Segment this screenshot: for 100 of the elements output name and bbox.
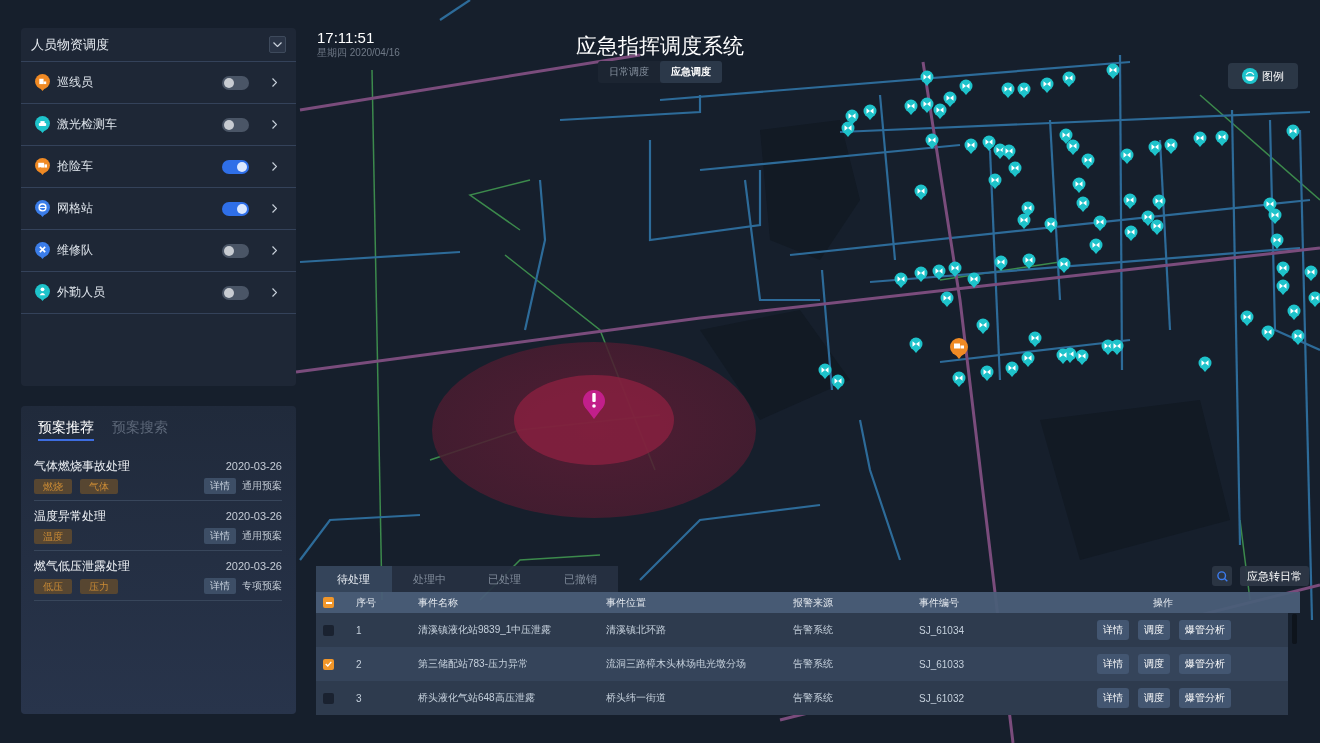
map-pin-icon — [1276, 279, 1290, 295]
map-pin-icon — [925, 133, 939, 149]
map-pin-icon — [909, 337, 923, 353]
map-pin-icon — [1044, 217, 1058, 233]
action-button[interactable]: 详情 — [1097, 654, 1129, 674]
legend-button[interactable]: 图例 — [1228, 63, 1298, 89]
dropdown-button[interactable] — [269, 36, 286, 53]
toggle-switch[interactable] — [222, 243, 249, 258]
table-cell-text: 1 — [356, 624, 363, 636]
detail-button[interactable]: 详情 — [204, 528, 236, 544]
map-pin-icon — [1059, 128, 1073, 144]
action-button[interactable]: 爆管分析 — [1179, 688, 1231, 708]
select-all-checkbox[interactable] — [323, 597, 334, 608]
chevron-right-icon[interactable] — [272, 288, 277, 297]
map-pin-icon — [1261, 325, 1275, 341]
mode-tab[interactable]: 日常调度 — [598, 61, 660, 83]
map-pin-icon — [1089, 238, 1103, 254]
table-cell-text: SJ_61033 — [919, 658, 966, 670]
plan-type: 通用预案 — [242, 529, 282, 543]
action-button[interactable]: 调度 — [1138, 654, 1170, 674]
map-pin-icon — [920, 70, 934, 86]
legend-icon — [1242, 68, 1258, 84]
plan-title: 燃气低压泄露处理 — [34, 558, 130, 574]
table-cell-text: SJ_61032 — [919, 692, 966, 704]
map-pin-icon — [964, 138, 978, 154]
plan-tab[interactable]: 预案推荐 — [38, 418, 94, 441]
plan-type: 专项预案 — [242, 579, 282, 593]
map-pin-icon — [1268, 208, 1282, 224]
map-pin-icon — [1308, 291, 1320, 307]
map-pin-icon — [1093, 215, 1107, 231]
mode-switch-button[interactable]: 应急转日常 — [1240, 566, 1309, 586]
action-button[interactable]: 爆管分析 — [1179, 620, 1231, 640]
toggle-switch[interactable] — [222, 117, 249, 132]
row-checkbox[interactable] — [323, 624, 334, 636]
map-pin-icon — [1075, 349, 1089, 365]
status-tab[interactable]: 已处理 — [467, 566, 543, 592]
detail-button[interactable]: 详情 — [204, 578, 236, 594]
table-cell-text: 告警系统 — [793, 657, 834, 671]
map-pin-icon — [1193, 131, 1207, 147]
map-pin-icon — [1304, 265, 1318, 281]
status-tab[interactable]: 待处理 — [316, 566, 392, 592]
map-pin-icon — [1291, 329, 1305, 345]
map-pin-icon — [1008, 161, 1022, 177]
row-checkbox[interactable] — [323, 692, 334, 704]
check-icon — [325, 661, 332, 667]
map-pin-icon — [1286, 124, 1300, 140]
map-pin-icon — [982, 135, 996, 151]
map-pin-icon — [914, 184, 928, 200]
table-cell-text: 告警系统 — [793, 623, 834, 637]
table-cell-text: 流洞三路樟木头林场电光墩分场 — [606, 657, 747, 671]
row-checkbox[interactable] — [323, 658, 334, 670]
map-pin-icon — [932, 264, 946, 280]
action-button[interactable]: 调度 — [1138, 688, 1170, 708]
action-button[interactable]: 详情 — [1097, 688, 1129, 708]
map-pin-icon — [1148, 140, 1162, 156]
resource-label: 网格站 — [57, 200, 94, 217]
chevron-right-icon[interactable] — [272, 120, 277, 129]
map-pin-icon — [914, 266, 928, 282]
toggle-switch[interactable] — [222, 159, 249, 174]
map-pin-icon — [920, 97, 934, 113]
map-pin-icon — [863, 104, 877, 120]
plan-date: 2020-03-26 — [225, 560, 282, 572]
status-tab[interactable]: 已撤销 — [542, 566, 618, 592]
map-pin-icon — [1276, 261, 1290, 277]
resource-label: 巡线员 — [57, 74, 94, 91]
alert-pin-icon[interactable] — [583, 390, 605, 419]
chevron-right-icon[interactable] — [272, 246, 277, 255]
map-pin-icon — [831, 374, 845, 390]
table-cell-text: 清溪镇北环路 — [606, 623, 667, 637]
toggle-switch[interactable] — [222, 201, 249, 216]
plan-date: 2020-03-26 — [225, 460, 282, 472]
toggle-switch[interactable] — [222, 285, 249, 300]
map-pin-icon — [1021, 351, 1035, 367]
action-button[interactable]: 详情 — [1097, 620, 1129, 640]
map-pin-icon — [1076, 196, 1090, 212]
search-button[interactable] — [1212, 566, 1232, 586]
plan-tag: 低压 — [34, 578, 72, 594]
minus-icon — [325, 601, 332, 604]
map-pin-icon — [1110, 339, 1124, 355]
map-pin-icon — [1040, 77, 1054, 93]
map-pin-icon — [1106, 63, 1120, 79]
column-header: 事件名称 — [418, 595, 459, 610]
map-pin-icon — [1066, 139, 1080, 155]
toggle-switch[interactable] — [222, 75, 249, 90]
scrollbar[interactable] — [1291, 614, 1297, 644]
action-button[interactable]: 爆管分析 — [1179, 654, 1231, 674]
detail-button[interactable]: 详情 — [204, 478, 236, 494]
chevron-right-icon[interactable] — [272, 78, 277, 87]
chevron-right-icon[interactable] — [272, 162, 277, 171]
map-pin-icon — [1057, 257, 1071, 273]
resource-label: 抢险车 — [57, 158, 94, 175]
chevron-right-icon[interactable] — [272, 204, 277, 213]
mode-tab[interactable]: 应急调度 — [660, 61, 722, 83]
action-button[interactable]: 调度 — [1138, 620, 1170, 640]
status-tab[interactable]: 处理中 — [391, 566, 467, 592]
map-pin-icon — [988, 173, 1002, 189]
map-pin-icon — [1028, 331, 1042, 347]
map-pin-icon — [952, 371, 966, 387]
map-pin-icon — [1017, 213, 1031, 229]
map-pin-icon — [894, 272, 908, 288]
